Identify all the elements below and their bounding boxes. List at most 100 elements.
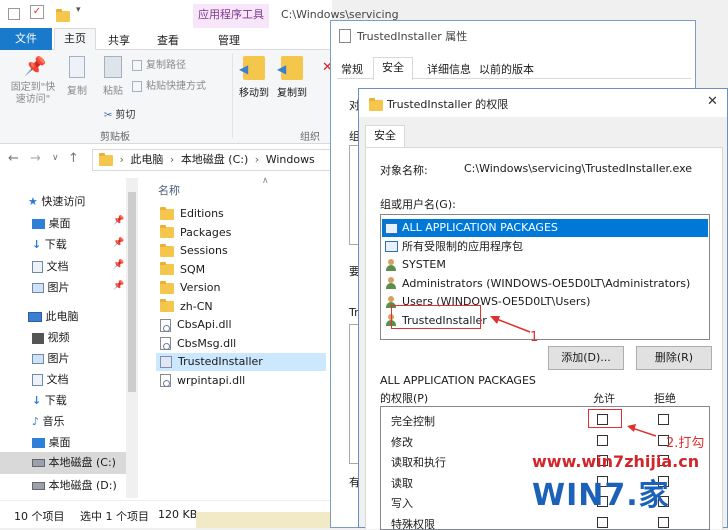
pinned-icon: 📌: [113, 216, 124, 226]
address-folder-icon: [99, 155, 113, 166]
desktop-icon: [32, 219, 45, 229]
back-arrow-icon[interactable]: ←: [8, 151, 19, 166]
nav-label: 图片: [48, 281, 70, 294]
copy-icon: [69, 56, 85, 78]
drive-icon: [32, 482, 45, 490]
file-row[interactable]: Version: [156, 279, 326, 297]
star-icon: ★: [28, 195, 38, 208]
folder-icon: [160, 246, 174, 257]
copy-button[interactable]: 复制: [64, 56, 90, 97]
user-row[interactable]: ALL APPLICATION PACKAGES: [382, 219, 708, 237]
annotation-arrow-2: [632, 428, 656, 436]
quick-access-dropdown[interactable]: ▾: [76, 5, 81, 15]
watermark-url: www.win7zhijia.cn: [532, 452, 699, 471]
tab-manage[interactable]: 管理: [218, 32, 240, 48]
close-icon[interactable]: ✕: [707, 94, 718, 109]
nav-label: 下载: [45, 238, 67, 251]
file-row[interactable]: Packages: [156, 224, 326, 242]
tab-details[interactable]: 详细信息: [427, 61, 471, 77]
file-name: CbsApi.dll: [177, 318, 232, 331]
computer-icon: [28, 312, 42, 322]
file-row[interactable]: wrpintapi.dll: [156, 372, 326, 390]
tab-security[interactable]: 安全: [373, 57, 413, 80]
app-icon: [8, 8, 20, 20]
status-size: 120 KB: [158, 508, 197, 521]
user-row[interactable]: SYSTEM: [382, 256, 708, 274]
folder-icon[interactable]: [56, 11, 70, 22]
nav-item-this-pc[interactable]: 此电脑: [28, 308, 79, 324]
tab-previous-versions[interactable]: 以前的版本: [479, 61, 534, 77]
pin-icon: 📌: [24, 56, 42, 78]
tab-share[interactable]: 共享: [108, 32, 130, 48]
nav-scrollbar[interactable]: [126, 178, 138, 498]
download-icon: ↓: [32, 394, 41, 407]
paste-shortcut-icon: [132, 81, 142, 92]
breadcrumb-this-pc[interactable]: 此电脑: [130, 153, 163, 166]
background-strip: [196, 512, 332, 528]
folder-icon: [369, 100, 383, 111]
copy-path-button[interactable]: 复制路径: [132, 56, 186, 71]
nav-item-music[interactable]: ♪ 音乐: [32, 413, 65, 429]
file-row[interactable]: zh-CN: [156, 298, 326, 316]
file-name: TrustedInstaller: [178, 355, 263, 368]
folder-icon: [160, 264, 174, 275]
column-header-name[interactable]: 名称: [158, 182, 180, 198]
properties-titlebar: TrustedInstaller 属性: [331, 21, 695, 51]
recent-dropdown-icon[interactable]: ∨: [52, 153, 59, 163]
permissions-title: TrustedInstaller 的权限: [387, 96, 508, 112]
file-row[interactable]: CbsApi.dll: [156, 316, 326, 334]
deny-checkbox[interactable]: [658, 517, 669, 528]
nav-scroll-thumb[interactable]: [128, 192, 136, 392]
nav-item-videos[interactable]: 视频: [32, 329, 70, 345]
user-row[interactable]: Administrators (WINDOWS-OE5D0LT\Administ…: [382, 275, 708, 293]
copy-to-button[interactable]: ◀ 复制到: [274, 56, 310, 99]
allow-checkbox[interactable]: [597, 517, 608, 528]
tab-file[interactable]: 文件: [0, 28, 52, 50]
pin-button[interactable]: 📌 固定到"快 速访问": [4, 56, 62, 106]
paste-shortcut-label: 粘贴快捷方式: [146, 81, 206, 92]
application-icon: [160, 356, 172, 368]
check-icon[interactable]: ✓: [30, 5, 44, 19]
paste-shortcut-button[interactable]: 粘贴快捷方式: [132, 77, 206, 92]
nav-item-documents-2[interactable]: 文档: [32, 371, 69, 387]
picture-icon: [32, 354, 44, 364]
breadcrumb-windows[interactable]: Windows: [266, 153, 315, 166]
cut-button[interactable]: ✂剪切: [104, 106, 135, 121]
tab-view[interactable]: 查看: [157, 32, 179, 48]
move-to-button[interactable]: ◀ 移动到: [236, 56, 272, 99]
file-row[interactable]: SQM: [156, 261, 326, 279]
file-row[interactable]: Editions: [156, 205, 326, 223]
file-row[interactable]: Sessions: [156, 242, 326, 260]
file-name: Sessions: [180, 244, 228, 257]
tab-general[interactable]: 常规: [341, 61, 363, 77]
nav-item-pictures[interactable]: 图片: [32, 279, 70, 295]
copy-label: 复制: [64, 82, 90, 97]
address-row: ← → ∨ ↑ › 此电脑 › 本地磁盘 (C:) › Windows: [0, 145, 332, 175]
user-row[interactable]: 所有受限制的应用程序包: [382, 238, 708, 256]
breadcrumb-sep: ›: [120, 153, 124, 166]
up-arrow-icon[interactable]: ↑: [68, 151, 79, 166]
nav-item-desktop[interactable]: 桌面: [32, 215, 71, 231]
nav-item-documents[interactable]: 文档: [32, 258, 69, 274]
nav-label: 桌面: [49, 217, 71, 230]
nav-item-downloads-2[interactable]: ↓ 下载: [32, 392, 67, 408]
file-row[interactable]: TrustedInstaller: [156, 353, 326, 371]
nav-item-c-drive[interactable]: 本地磁盘 (C:): [0, 452, 126, 474]
permissions-tab-security[interactable]: 安全: [365, 125, 405, 148]
file-row[interactable]: CbsMsg.dll: [156, 335, 326, 353]
nav-item-pictures-2[interactable]: 图片: [32, 350, 70, 366]
nav-item-d-drive[interactable]: 本地磁盘 (D:): [32, 477, 117, 493]
nav-item-quick-access[interactable]: ★ 快速访问: [28, 193, 85, 209]
breadcrumb-c-drive[interactable]: 本地磁盘 (C:): [181, 153, 248, 166]
annotation-arrow-1-head: [490, 316, 500, 324]
dll-file-icon: [160, 337, 171, 350]
nav-item-desktop-2[interactable]: 桌面: [32, 434, 71, 450]
folder-icon: [160, 301, 174, 312]
nav-label: 音乐: [43, 415, 65, 428]
forward-arrow-icon[interactable]: →: [30, 151, 41, 166]
address-bar[interactable]: › 此电脑 › 本地磁盘 (C:) › Windows: [92, 149, 332, 171]
paste-button[interactable]: 粘贴: [98, 56, 128, 97]
nav-item-downloads[interactable]: ↓ 下载: [32, 236, 67, 252]
file-name: zh-CN: [180, 300, 213, 313]
tab-home[interactable]: 主页: [54, 28, 96, 51]
